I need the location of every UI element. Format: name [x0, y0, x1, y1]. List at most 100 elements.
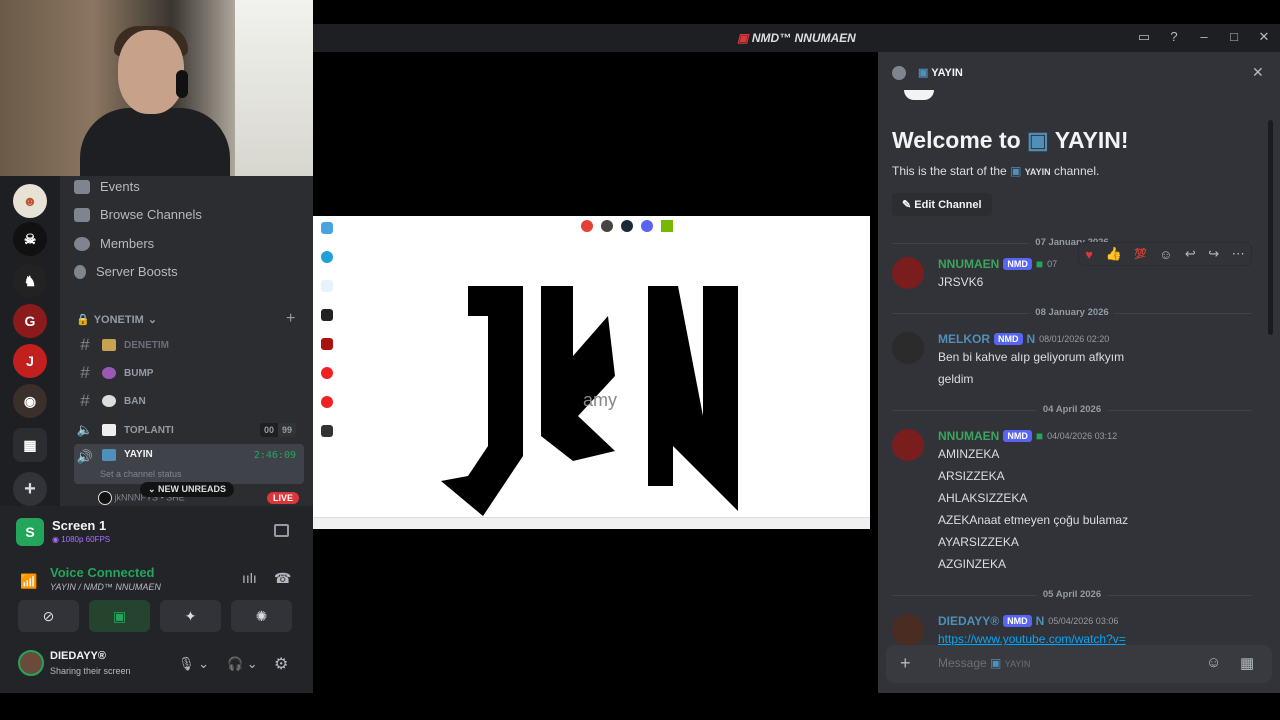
- person-head: [118, 30, 184, 114]
- help-icon[interactable]: ?: [1166, 29, 1182, 45]
- author-name[interactable]: MELKOR: [938, 332, 990, 346]
- shared-screen[interactable]: amy: [313, 216, 870, 529]
- author-name[interactable]: NNUMAEN: [938, 429, 999, 443]
- channel-yayin[interactable]: 🔊 YAYIN 2:46:09 Set a channel status: [74, 444, 304, 484]
- channel-status-input[interactable]: Set a channel status: [100, 469, 182, 479]
- emoji-icon[interactable]: ☺: [1206, 654, 1221, 671]
- desktop-icons: [321, 222, 335, 454]
- noise-suppression-icon[interactable]: ıılı: [242, 570, 257, 586]
- activities-button[interactable]: ✦: [160, 600, 221, 632]
- server-icon[interactable]: J: [13, 344, 47, 378]
- forward-icon[interactable]: ↪: [1208, 246, 1219, 262]
- nav-server-boosts[interactable]: Server Boosts: [74, 264, 178, 279]
- soundboard-button[interactable]: ✺: [231, 600, 292, 632]
- stream-title: Screen 1: [52, 518, 107, 533]
- steam-icon: [621, 220, 633, 232]
- server-tag[interactable]: NMD: [1003, 615, 1032, 627]
- message-text: ARSIZZEKA: [938, 469, 1005, 483]
- apps-icon[interactable]: ▦: [1240, 654, 1254, 672]
- logo-letter-k: [541, 286, 615, 461]
- app-icon: [601, 220, 613, 232]
- lock-icon: 🔒: [76, 314, 90, 326]
- server-icon[interactable]: ☻: [13, 184, 47, 218]
- server-icon[interactable]: G: [13, 304, 47, 338]
- server-icon[interactable]: ☠: [13, 222, 47, 256]
- message-link[interactable]: https://www.youtube.com/watch?v=: [938, 632, 1126, 646]
- channel-denetim[interactable]: # DENETIM: [74, 333, 304, 357]
- channel-toplanti[interactable]: 🔈 TOPLANTI 00 99: [74, 418, 304, 442]
- camera-toggle-button[interactable]: ⊘: [18, 600, 79, 632]
- author-name[interactable]: NNUMAEN: [938, 257, 999, 271]
- message-input[interactable]: + Message ▣ YAYIN ☺ ▦: [886, 645, 1272, 683]
- window-title: ▣ NMD™ NNUMAEN: [737, 31, 856, 45]
- inbox-icon[interactable]: ▭: [1136, 29, 1152, 45]
- nav-events[interactable]: Events: [74, 179, 140, 194]
- hundred-icon[interactable]: 💯: [1134, 249, 1146, 260]
- gear-icon[interactable]: ⚙: [274, 654, 288, 674]
- headphones-icon[interactable]: 🎧 ⌄: [227, 656, 258, 672]
- message-item[interactable]: DIEDAYY® NMD N 05/04/2026 03:06 https://www…: [878, 614, 1268, 646]
- add-reaction-icon[interactable]: ☺: [1159, 247, 1172, 262]
- voice-status[interactable]: Voice Connected: [50, 565, 155, 580]
- server-folder-icon[interactable]: ▦: [13, 428, 47, 462]
- heart-reaction-icon[interactable]: ♥: [1085, 247, 1093, 262]
- server-tag[interactable]: NMD: [994, 333, 1023, 345]
- more-icon[interactable]: ⋯: [1232, 246, 1245, 262]
- author-name[interactable]: DIEDAYY®: [938, 614, 999, 628]
- disconnect-icon[interactable]: ☎: [274, 570, 291, 587]
- logo-letter-j: [441, 286, 523, 516]
- close-window-icon[interactable]: ✕: [1256, 29, 1272, 45]
- close-icon[interactable]: ✕: [1252, 64, 1264, 81]
- server-tag[interactable]: NMD: [1003, 430, 1032, 442]
- message-item[interactable]: MELKOR NMD N 08/01/2026 02:20 Ben bi kahve …: [878, 332, 1268, 392]
- nav-browse-channels[interactable]: Browse Channels: [74, 207, 202, 222]
- timestamp: 08/01/2026 02:20: [1039, 334, 1110, 344]
- screen-share-icon: S: [16, 518, 44, 546]
- user-name[interactable]: DIEDAYY®: [50, 650, 106, 662]
- channel-sidebar: Events Browse Channels Members Server Bo…: [60, 176, 313, 506]
- server-icon[interactable]: ◉: [13, 384, 47, 418]
- members-icon: [74, 236, 90, 251]
- notes-icon: [102, 424, 116, 436]
- thumbs-up-icon[interactable]: 👍: [1105, 246, 1121, 262]
- channel-start-text: This is the start of the ▣ YAYIN channel…: [892, 164, 1100, 178]
- avatar[interactable]: [892, 257, 924, 289]
- new-unreads-pill[interactable]: ⌄ NEW UNREADS: [140, 482, 235, 497]
- timestamp: 07: [1047, 259, 1058, 269]
- windows-taskbar: [313, 517, 870, 529]
- chrome-icon: [581, 220, 593, 232]
- edit-channel-button[interactable]: ✎ Edit Channel: [892, 193, 992, 216]
- screen-share-button[interactable]: ▣: [89, 600, 150, 632]
- nav-members[interactable]: Members: [74, 236, 154, 251]
- message-item[interactable]: NNUMAEN NMD ■ 04/04/2026 03:12 AMINZEKA ARS…: [878, 429, 1268, 571]
- user-status: Sharing their screen: [50, 666, 131, 676]
- add-channel-icon[interactable]: +: [286, 310, 295, 328]
- title-bar: ▣ NMD™ NNUMAEN ▭ ? – □ ✕: [313, 24, 1280, 52]
- avatar[interactable]: [18, 650, 44, 676]
- channel-bump[interactable]: # BUMP: [74, 361, 304, 385]
- message-text: AZEKAnaat etmeyen çoğu bulamaz: [938, 513, 1129, 527]
- screen-share-icon: ▣: [112, 607, 127, 624]
- chat-scrollbar[interactable]: [1268, 120, 1273, 335]
- microphone-icon[interactable]: 🎙 ⌄: [178, 656, 209, 672]
- server-icon[interactable]: ♞: [13, 264, 47, 298]
- maximize-icon[interactable]: □: [1226, 29, 1242, 45]
- category-header[interactable]: 🔒 YONETIM ⌄: [76, 313, 157, 327]
- channel-ban[interactable]: # BAN: [74, 389, 304, 413]
- stop-stream-icon[interactable]: [274, 524, 289, 537]
- person-body: [80, 108, 230, 176]
- add-attachment-icon[interactable]: +: [900, 653, 911, 674]
- server-tag[interactable]: NMD: [1003, 258, 1032, 270]
- avatar: [98, 491, 112, 505]
- reply-icon[interactable]: ↩: [1185, 246, 1196, 262]
- date-divider: 04 April 2026: [892, 404, 1252, 415]
- voice-channel-name[interactable]: YAYIN / NMD™ NNUMAEN: [50, 582, 161, 592]
- message-text: AZGINZEKA: [938, 557, 1007, 571]
- avatar[interactable]: [892, 332, 924, 364]
- avatar[interactable]: [892, 429, 924, 461]
- timestamp: 04/04/2026 03:12: [1047, 431, 1118, 441]
- message-hover-toolbar: ♥ 👍 💯 ☺ ↩ ↪ ⋯: [1078, 242, 1252, 266]
- avatar[interactable]: [892, 614, 924, 646]
- add-server-icon[interactable]: +: [13, 472, 47, 506]
- minimize-icon[interactable]: –: [1196, 29, 1212, 45]
